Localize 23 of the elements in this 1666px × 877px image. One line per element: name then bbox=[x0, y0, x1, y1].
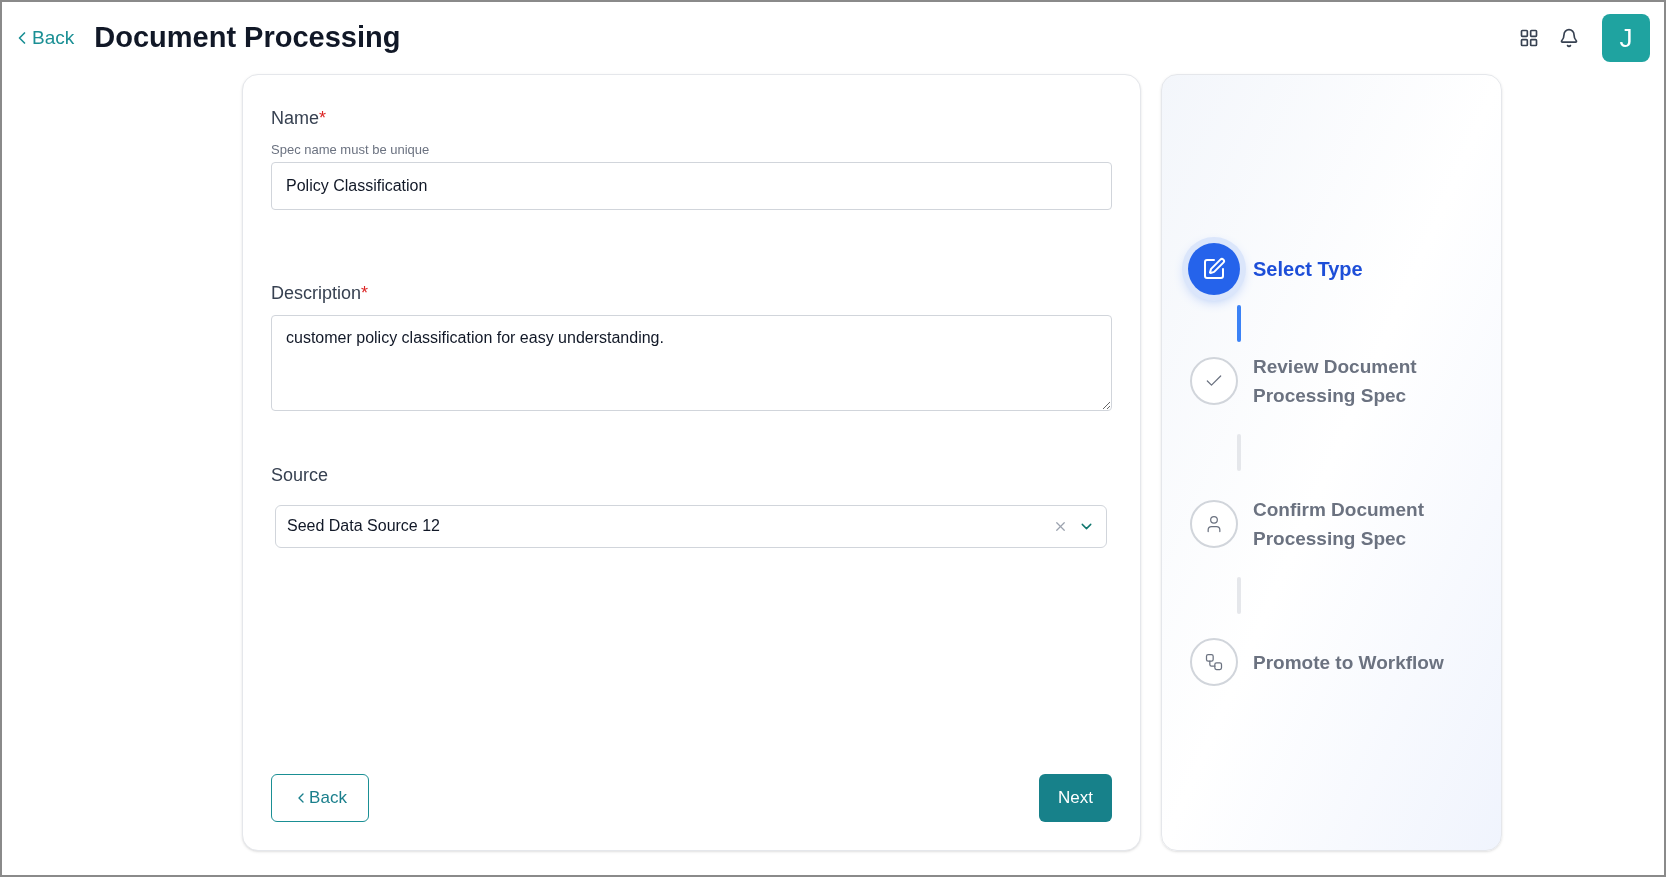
step-label: Promote to Workflow bbox=[1253, 650, 1445, 675]
page-title: Document Processing bbox=[94, 20, 401, 56]
next-button[interactable]: Next bbox=[1039, 774, 1112, 822]
user-avatar[interactable]: J bbox=[1602, 14, 1650, 62]
field-label: Description bbox=[271, 281, 362, 305]
required-mark: * bbox=[319, 107, 327, 130]
name-input-field[interactable]: Policy Classification bbox=[271, 161, 1112, 210]
description-textarea[interactable]: customer policy classification for easy understanding. bbox=[271, 314, 1112, 411]
notification-bell-icon[interactable] bbox=[1559, 28, 1579, 48]
source-select[interactable]: Seed Data Source 12 bbox=[275, 504, 1107, 548]
back-button[interactable]: Back bbox=[271, 774, 369, 822]
required-mark: * bbox=[361, 281, 369, 305]
field-label: Name bbox=[271, 107, 319, 130]
back-link[interactable]: Back bbox=[12, 23, 75, 53]
field-label: Source bbox=[271, 463, 329, 487]
step-label: Review Document Processing Spec bbox=[1253, 355, 1418, 408]
workflow-icon bbox=[1204, 652, 1224, 672]
step-connector bbox=[1237, 305, 1241, 342]
step-label: Confirm Document Processing Spec bbox=[1253, 498, 1425, 551]
grid-icon[interactable] bbox=[1519, 28, 1539, 48]
field-hint: Spec name must be unique bbox=[271, 141, 431, 159]
edit-icon bbox=[1202, 257, 1226, 281]
step-label: Select Type bbox=[1253, 257, 1364, 282]
